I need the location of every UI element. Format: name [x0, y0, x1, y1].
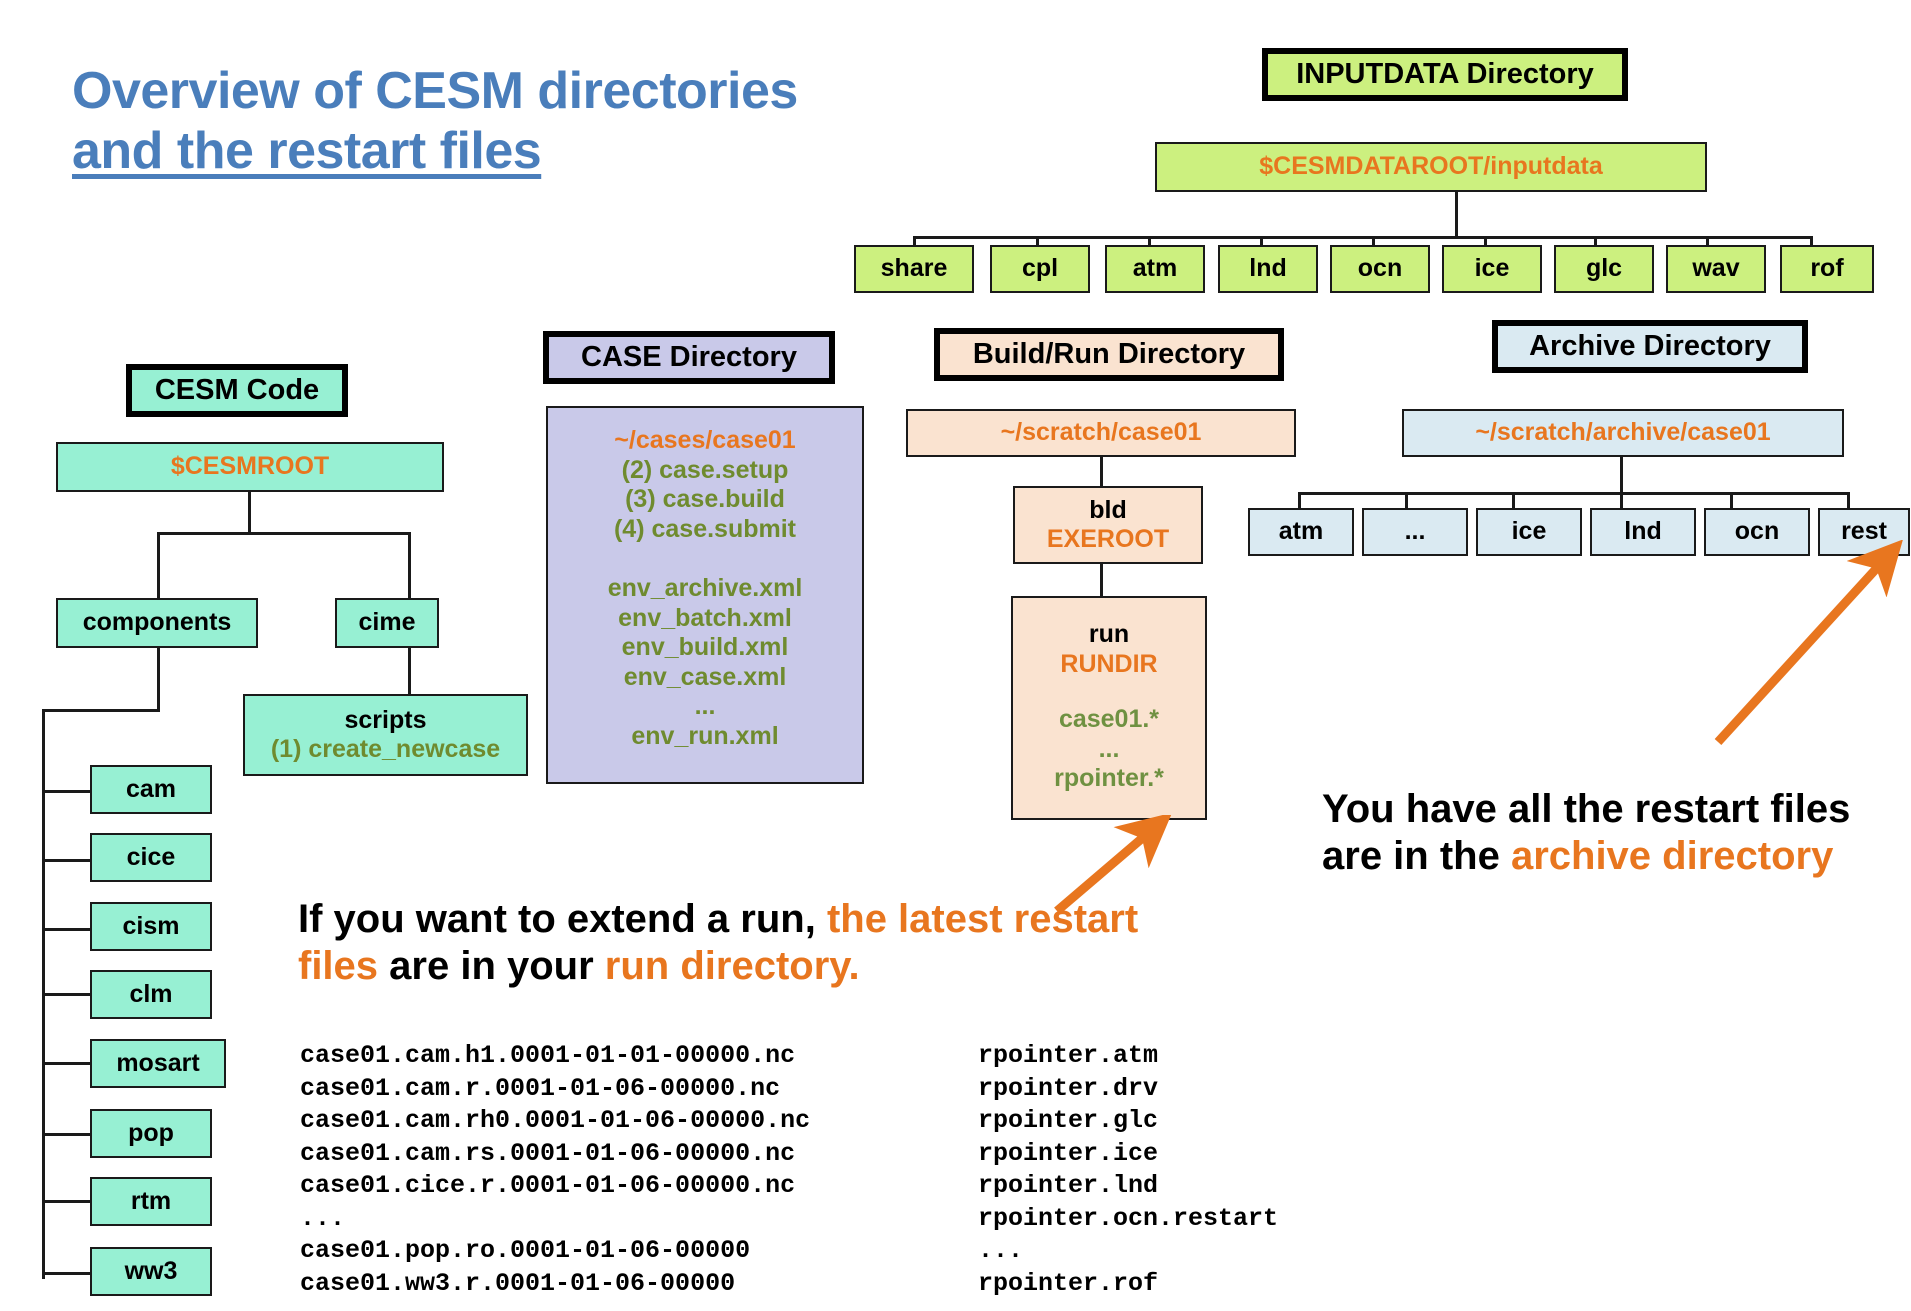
case-directory-panel: ~/cases/case01 (2) case.setup (3) case.b…	[546, 406, 864, 784]
component-stub-5	[42, 1133, 92, 1136]
component-box-cam: cam	[90, 765, 212, 814]
bld-to-run	[1100, 564, 1103, 598]
run-callout-seg-3: are in your	[378, 943, 605, 988]
components-stem	[157, 532, 160, 600]
run-callout: If you want to extend a run, the latest …	[298, 896, 1178, 990]
scripts-step-label: (1) create_newcase	[270, 735, 501, 763]
inputdata-child-glc: glc	[1554, 245, 1654, 293]
archive-rail	[1298, 492, 1850, 495]
inputdata-child-ocn: ocn	[1330, 245, 1430, 293]
rpointer-file-listing: rpointer.atm rpointer.drv rpointer.glc r…	[978, 1041, 1279, 1298]
inputdata-header: INPUTDATA Directory	[1262, 48, 1628, 101]
component-box-cism: cism	[90, 902, 212, 951]
case-file-env-build: env_build.xml	[621, 633, 789, 661]
build-run-trunk	[1100, 457, 1103, 489]
component-stub-0	[42, 790, 92, 793]
component-box-rtm: rtm	[90, 1177, 212, 1226]
component-stub-3	[42, 993, 92, 996]
inputdata-trunk	[1455, 192, 1458, 238]
inputdata-child-atm: atm	[1105, 245, 1205, 293]
inputdata-root-box: $CESMDATAROOT/inputdata	[1155, 142, 1707, 192]
cesmroot-rail	[157, 532, 411, 535]
archive-path-label: ~/scratch/archive/case01	[1475, 418, 1771, 447]
bld-box: bld EXEROOT	[1013, 486, 1203, 564]
build-run-directory-header: Build/Run Directory	[934, 328, 1284, 381]
case-file-env-batch: env_batch.xml	[618, 603, 792, 632]
case-file-env-case: env_case.xml	[623, 662, 787, 691]
cime-to-scripts	[408, 648, 411, 696]
components-box: components	[56, 598, 258, 648]
case-step-4: (4) case.submit	[613, 514, 796, 543]
case-file-env-archive: env_archive.xml	[607, 574, 803, 602]
archive-child-ellipsis: ...	[1362, 508, 1468, 556]
archive-callout: You have all the restart files are in th…	[1322, 786, 1862, 880]
component-box-clm: clm	[90, 970, 212, 1019]
arrow-to-rest-icon	[1714, 540, 1903, 746]
build-run-root-box: ~/scratch/case01	[906, 409, 1296, 457]
scripts-box: scripts (1) create_newcase	[243, 694, 528, 776]
cesmroot-box: $CESMROOT	[56, 442, 444, 492]
case-step-2: (2) case.setup	[621, 455, 789, 484]
archive-child-atm: atm	[1248, 508, 1354, 556]
run-callout-seg-1: If you want to extend a run,	[298, 897, 827, 941]
archive-child-lnd: lnd	[1590, 508, 1696, 556]
components-elbow	[42, 709, 160, 712]
inputdata-child-rof: rof	[1780, 245, 1874, 293]
cesmroot-trunk	[248, 492, 251, 534]
inputdata-root-label: $CESMDATAROOT/inputdata	[1259, 152, 1603, 181]
component-stub-7	[42, 1272, 92, 1275]
page-title-line-1: Overview of CESM directories	[72, 62, 798, 120]
inputdata-child-wav: wav	[1666, 245, 1766, 293]
scripts-title: scripts	[344, 705, 427, 734]
page-title-line-2: and the restart files	[72, 121, 542, 180]
case-directory-header: CASE Directory	[543, 331, 835, 384]
inputdata-rail	[913, 236, 1813, 239]
inputdata-child-share: share	[854, 245, 974, 293]
bld-label: bld	[1089, 495, 1127, 524]
component-stub-2	[42, 928, 92, 931]
run-callout-seg-4: run directory.	[604, 943, 860, 988]
inputdata-child-ice: ice	[1442, 245, 1542, 293]
case-path-label: ~/cases/case01	[614, 426, 796, 454]
run-file-case01: case01.*	[1058, 705, 1160, 733]
archive-directory-header: Archive Directory	[1492, 320, 1808, 373]
case-file-env-run: env_run.xml	[631, 721, 779, 750]
component-box-cice: cice	[90, 833, 212, 882]
archive-root-box: ~/scratch/archive/case01	[1402, 409, 1844, 457]
page-title: Overview of CESM directories and the res…	[72, 62, 798, 182]
exeroot-label: EXEROOT	[1046, 525, 1170, 553]
case-file-ellipsis: ...	[694, 692, 716, 720]
inputdata-child-cpl: cpl	[990, 245, 1090, 293]
run-label: run	[1088, 620, 1130, 648]
run-file-ellipsis: ...	[1098, 734, 1120, 763]
component-stub-1	[42, 859, 92, 862]
component-box-ww3: ww3	[90, 1247, 212, 1296]
rundir-label: RUNDIR	[1060, 649, 1158, 678]
cesmroot-label: $CESMROOT	[170, 452, 330, 481]
cesm-code-header: CESM Code	[126, 364, 348, 417]
component-stub-6	[42, 1200, 92, 1203]
run-file-rpointer: rpointer.*	[1054, 764, 1164, 792]
cime-stem	[408, 532, 411, 600]
component-stub-4	[42, 1062, 92, 1065]
archive-child-ice: ice	[1476, 508, 1582, 556]
cime-box: cime	[335, 598, 439, 648]
run-box: run RUNDIR case01.* ... rpointer.*	[1011, 596, 1207, 820]
component-box-mosart: mosart	[90, 1039, 226, 1088]
archive-trunk	[1620, 457, 1623, 495]
components-down	[157, 648, 160, 712]
archive-callout-text-highlight: archive directory	[1510, 833, 1834, 878]
case-file-listing: case01.cam.h1.0001-01-01-00000.nc case01…	[300, 1041, 811, 1298]
build-run-path-label: ~/scratch/case01	[1000, 418, 1202, 447]
case-step-3: (3) case.build	[625, 485, 785, 513]
component-box-pop: pop	[90, 1109, 212, 1158]
inputdata-child-lnd: lnd	[1218, 245, 1318, 293]
